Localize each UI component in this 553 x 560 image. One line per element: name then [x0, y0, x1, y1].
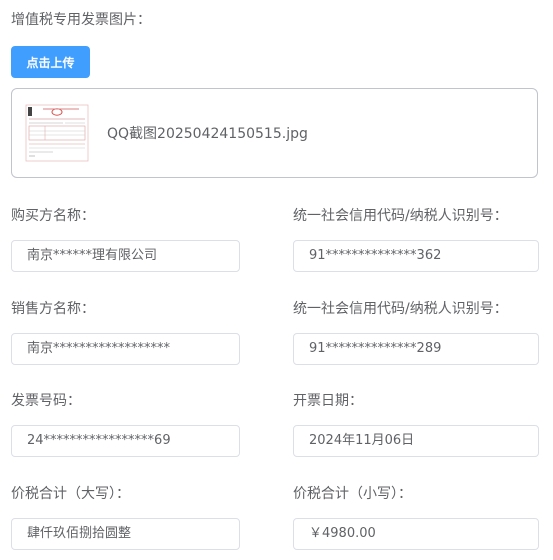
buyer-tax-id-input[interactable]: 91**************362 — [293, 240, 539, 272]
total-lower-input[interactable]: ￥4980.00 — [293, 518, 539, 550]
invoice-image-title: 增值税专用发票图片： — [11, 12, 151, 28]
buyer-name-label: 购买方名称： — [11, 208, 95, 224]
seller-tax-id-label: 统一社会信用代码/纳税人识别号： — [293, 301, 508, 317]
buyer-tax-id-label: 统一社会信用代码/纳税人识别号： — [293, 208, 508, 224]
seller-tax-id-input[interactable]: 91**************289 — [293, 333, 539, 365]
invoice-date-input[interactable]: 2024年11月06日 — [293, 425, 539, 457]
upload-button[interactable]: 点击上传 — [11, 46, 90, 78]
invoice-date-label: 开票日期： — [293, 393, 363, 409]
uploaded-file-name: QQ截图20250424150515.jpg — [107, 126, 308, 142]
invoice-number-label: 发票号码： — [11, 393, 81, 409]
total-upper-label: 价税合计（大写）： — [11, 486, 130, 502]
uploaded-file-card: QQ截图20250424150515.jpg — [11, 88, 538, 178]
total-lower-label: 价税合计（小写）： — [293, 486, 412, 502]
seller-name-label: 销售方名称： — [11, 301, 95, 317]
seller-name-input[interactable]: 南京****************** — [11, 333, 240, 365]
invoice-thumbnail-icon — [25, 104, 89, 162]
total-upper-input[interactable]: 肆仟玖佰捌拾圆整 — [11, 518, 240, 550]
buyer-name-input[interactable]: 南京******理有限公司 — [11, 240, 240, 272]
invoice-thumbnail-image[interactable] — [23, 99, 91, 167]
invoice-number-input[interactable]: 24*****************69 — [11, 425, 240, 457]
